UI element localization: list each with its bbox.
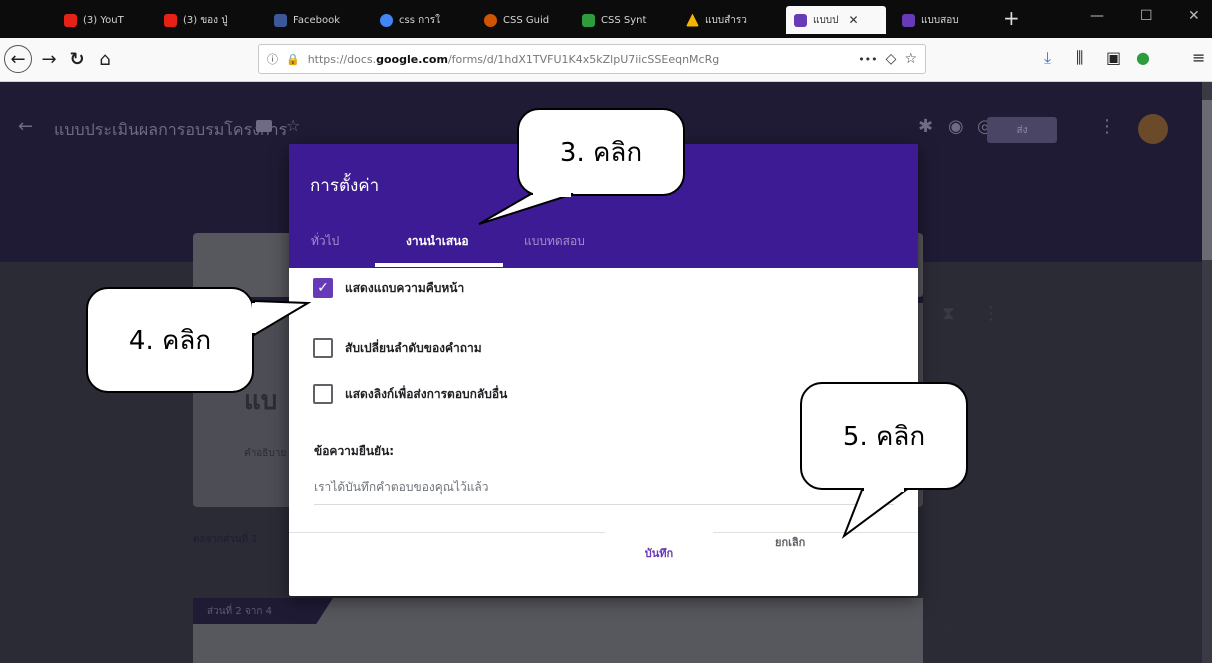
callout-step-3: 3. คลิก bbox=[478, 108, 685, 225]
active-tab-indicator bbox=[375, 263, 503, 267]
css-guide-icon bbox=[484, 13, 497, 27]
google-icon bbox=[380, 13, 393, 27]
more-vert-icon[interactable]: ⋮ bbox=[982, 303, 1000, 324]
more-vert-icon[interactable]: ⋮ bbox=[982, 622, 1000, 643]
reload-icon[interactable]: ↻ bbox=[64, 46, 90, 72]
url-text[interactable]: https://docs.google.com/forms/d/1hdX1TVF… bbox=[308, 53, 850, 66]
lock-icon: 🔒 bbox=[286, 52, 300, 66]
form-card-desc-partial: คำอธิบาย bbox=[244, 448, 287, 459]
collapse-icon[interactable]: ⧗ bbox=[942, 622, 955, 643]
page-actions-icon[interactable]: ••• bbox=[858, 53, 877, 66]
section-tag: ส่วนที่ 2 จาก 4 bbox=[193, 598, 333, 624]
browser-tab[interactable]: CSS Guid bbox=[476, 6, 566, 34]
browser-nav-bar: ← → ↻ ⌂ ⓘ 🔒 https://docs.google.com/form… bbox=[0, 38, 1212, 82]
browser-tab[interactable]: css การใ bbox=[372, 6, 462, 34]
pocket-icon[interactable]: ◇ bbox=[886, 51, 897, 67]
checkbox-checked-icon[interactable]: ✓ bbox=[313, 278, 333, 298]
google-forms-icon bbox=[902, 13, 915, 27]
callout-pointer bbox=[478, 193, 574, 225]
minimize-icon[interactable]: — bbox=[1090, 8, 1104, 24]
back-arrow-icon[interactable]: ← bbox=[4, 45, 32, 73]
home-icon[interactable]: ⌂ bbox=[92, 46, 118, 72]
save-button[interactable]: บันทึก bbox=[605, 532, 713, 574]
forward-arrow-icon[interactable]: → bbox=[36, 46, 62, 72]
youtube-icon bbox=[164, 13, 177, 27]
tab-quiz[interactable]: แบบทดสอบ bbox=[524, 232, 585, 251]
library-icon[interactable]: ⫼ bbox=[1076, 48, 1083, 68]
google-drive-icon bbox=[686, 13, 699, 27]
section-after-label: ต่อจากส่วนที่ 1 bbox=[193, 534, 258, 545]
confirmation-message-input[interactable]: เราได้บันทึกคำตอบของคุณไว้แล้ว bbox=[314, 478, 489, 497]
send-button[interactable]: ส่ง bbox=[987, 117, 1057, 143]
option-submit-another-link[interactable]: แสดงลิงก์เพื่อส่งการตอบกลับอื่น bbox=[313, 384, 507, 404]
facebook-icon bbox=[274, 13, 287, 27]
extension-check-icon[interactable]: ● bbox=[1136, 48, 1150, 67]
close-window-icon[interactable]: ✕ bbox=[1188, 8, 1200, 24]
w3schools-icon bbox=[582, 13, 595, 27]
page-scrollbar-thumb[interactable] bbox=[1202, 100, 1212, 260]
cancel-button[interactable]: ยกเลิก bbox=[775, 533, 805, 551]
option-shuffle-questions[interactable]: สับเปลี่ยนลำดับของคำถาม bbox=[313, 338, 482, 358]
option-progress-bar[interactable]: ✓ แสดงแถบความคืบหน้า bbox=[313, 278, 464, 298]
confirmation-underline bbox=[314, 504, 894, 505]
callout-pointer bbox=[252, 299, 312, 337]
palette-icon[interactable]: ◉ bbox=[948, 116, 964, 137]
checkbox-icon[interactable] bbox=[313, 384, 333, 404]
dialog-divider bbox=[289, 532, 918, 533]
confirmation-label: ข้อความยืนยัน: bbox=[314, 444, 395, 458]
browser-tab[interactable]: Facebook bbox=[266, 6, 356, 34]
youtube-icon bbox=[64, 13, 77, 27]
menu-icon[interactable]: ≡ bbox=[1192, 48, 1205, 67]
new-tab-button[interactable]: + bbox=[1003, 8, 1020, 28]
folder-icon[interactable] bbox=[256, 120, 272, 132]
addon-puzzle-icon[interactable]: ✱ bbox=[918, 116, 933, 137]
close-icon[interactable]: ✕ bbox=[849, 13, 859, 27]
google-forms-icon bbox=[794, 13, 807, 27]
browser-tab[interactable]: (3) ของ ปู่ bbox=[156, 6, 246, 34]
dialog-title: การตั้งค่า bbox=[310, 176, 380, 196]
collapse-icon[interactable]: ⧗ bbox=[942, 303, 955, 324]
browser-tab[interactable]: CSS Synt bbox=[574, 6, 664, 34]
checkbox-icon[interactable] bbox=[313, 338, 333, 358]
browser-tab[interactable]: แบบสำรว bbox=[678, 6, 778, 34]
star-icon[interactable]: ☆ bbox=[286, 116, 300, 135]
browser-tab[interactable]: แบบสอบ bbox=[894, 6, 990, 34]
more-vert-icon[interactable]: ⋮ bbox=[1098, 116, 1116, 137]
browser-tab-strip: (3) YouT (3) ของ ปู่ Facebook css การใ C… bbox=[0, 0, 1212, 38]
tab-general[interactable]: ทั่วไป bbox=[311, 232, 339, 251]
browser-tab[interactable]: (3) YouT bbox=[56, 6, 144, 34]
tab-presentation[interactable]: งานนำเสนอ bbox=[406, 232, 469, 251]
maximize-icon[interactable]: ☐ bbox=[1140, 8, 1153, 24]
callout-step-4: 4. คลิก bbox=[86, 287, 312, 393]
callout-step-5: 5. คลิก bbox=[800, 382, 968, 539]
sidebar-icon[interactable]: ▣ bbox=[1106, 48, 1121, 67]
info-icon: ⓘ bbox=[267, 53, 278, 66]
callout-pointer bbox=[841, 488, 910, 539]
avatar[interactable] bbox=[1138, 114, 1168, 144]
form-title: แบบประเมินผลการอบรมโครงการ bbox=[54, 120, 288, 139]
bookmark-star-icon[interactable]: ☆ bbox=[904, 51, 917, 67]
download-icon[interactable]: ⤓ bbox=[1044, 48, 1051, 68]
settings-dialog: การตั้งค่า ทั่วไป งานนำเสนอ แบบทดสอบ ✓ แ… bbox=[289, 144, 918, 596]
url-bar[interactable]: ⓘ 🔒 https://docs.google.com/forms/d/1hdX… bbox=[258, 44, 926, 74]
browser-tab-active[interactable]: แบบป ✕ bbox=[786, 6, 886, 34]
back-arrow-icon[interactable]: ← bbox=[18, 116, 33, 137]
